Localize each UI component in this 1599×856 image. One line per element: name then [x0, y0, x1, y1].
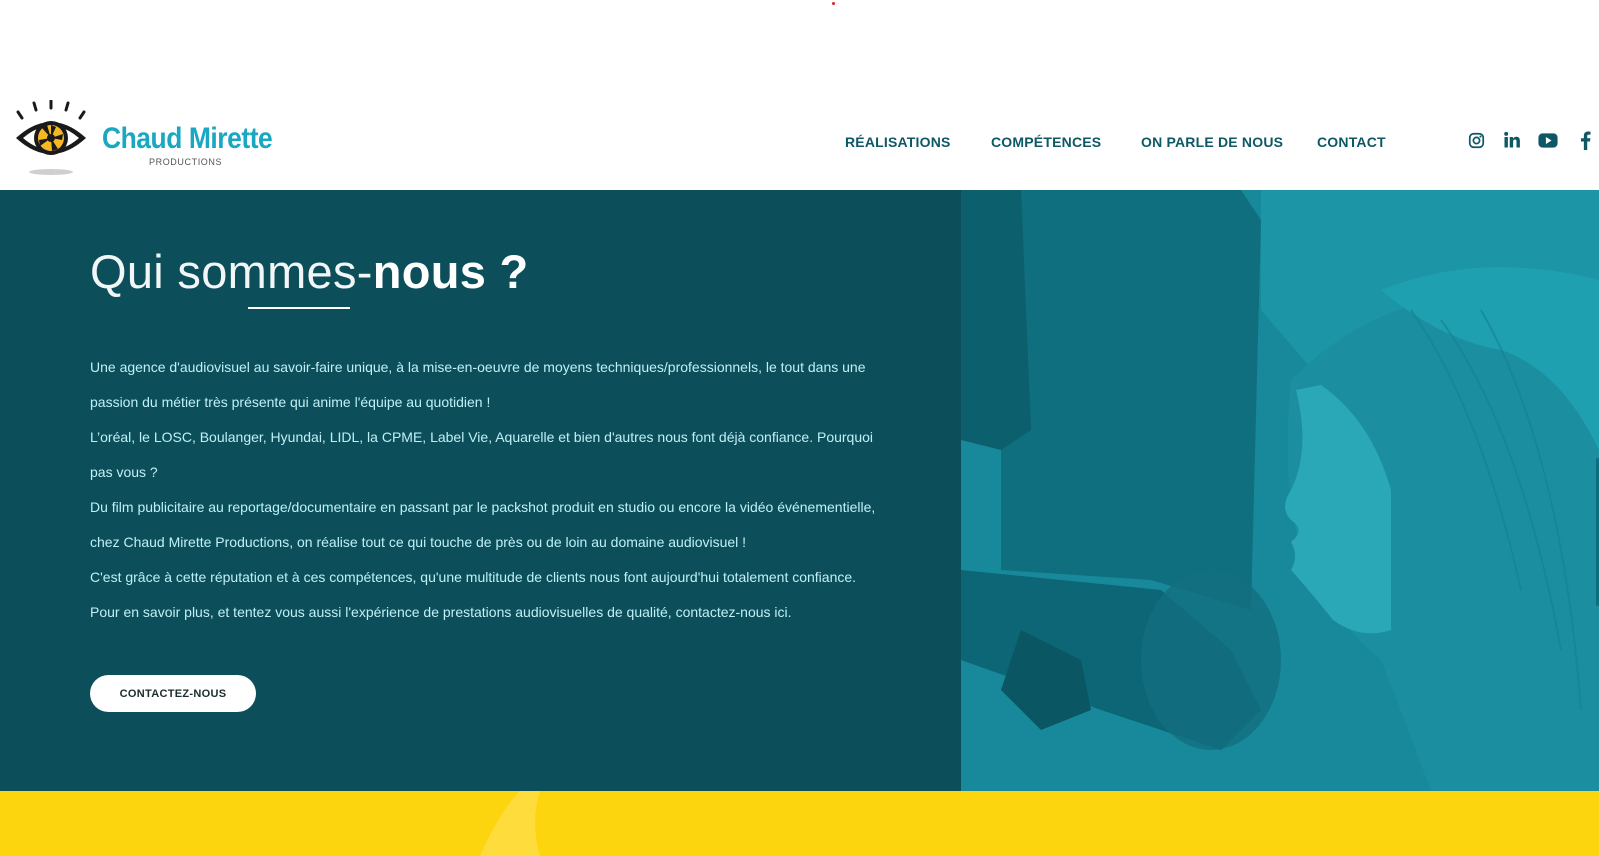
site-header: Chaud Mirette PRODUCTIONS RÉALISATIONS C…: [0, 0, 1599, 190]
instagram-icon[interactable]: [1468, 132, 1485, 149]
paragraph-clients: L’oréal, le LOSC, Boulanger, Hyundai, LI…: [90, 429, 874, 480]
about-text: Une agence d'audiovisuel au savoir-faire…: [90, 350, 890, 630]
title-underline: [248, 307, 350, 309]
brand-name: Chaud Mirette: [102, 122, 273, 155]
nav-item-realisations[interactable]: RÉALISATIONS: [845, 134, 951, 150]
youtube-icon[interactable]: [1538, 132, 1558, 149]
page-title: Qui sommes-nous ?: [90, 244, 529, 299]
facebook-icon[interactable]: [1580, 131, 1591, 150]
yellow-section-decor: [480, 791, 540, 856]
paragraph-reputation: C'est grâce à cette réputation et à ces …: [90, 569, 857, 585]
social-links: [1468, 131, 1593, 151]
contact-us-button[interactable]: CONTACTEZ-NOUS: [90, 675, 256, 712]
camera-operator-photo: [961, 190, 1599, 791]
logo[interactable]: Chaud Mirette PRODUCTIONS: [14, 100, 274, 178]
paragraph-services: Du film publicitaire au reportage/docume…: [90, 499, 876, 550]
title-bold: nous ?: [372, 245, 529, 298]
linkedin-icon[interactable]: [1503, 131, 1521, 149]
nav-item-on-parle-de-nous[interactable]: ON PARLE DE NOUS: [1141, 134, 1283, 150]
yellow-section: [0, 791, 1599, 856]
hero-photo: [961, 190, 1599, 791]
nav-item-contact[interactable]: CONTACT: [1317, 134, 1386, 150]
about-section: Qui sommes-nous ? Une agence d'audiovisu…: [0, 190, 961, 791]
brand-subtitle: PRODUCTIONS: [149, 157, 223, 167]
nav-item-competences[interactable]: COMPÉTENCES: [991, 134, 1101, 150]
eye-logo-icon: [16, 100, 86, 175]
paragraph-contact: Pour en savoir plus, et tentez vous auss…: [90, 604, 792, 620]
title-light: Qui sommes-: [90, 245, 373, 298]
paragraph-intro: Une agence d'audiovisuel au savoir-faire…: [90, 359, 866, 410]
